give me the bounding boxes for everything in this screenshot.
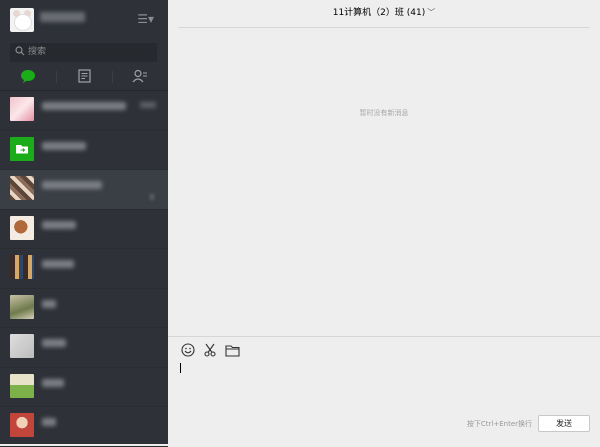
search-icon: [15, 46, 25, 59]
search-input[interactable]: [28, 45, 148, 59]
sidebar-tabs: [0, 64, 168, 91]
articles-icon: [77, 68, 91, 87]
conversation-item[interactable]: [0, 289, 168, 328]
menu-icon[interactable]: ☰▾: [137, 12, 154, 26]
conversation-item[interactable]: [0, 368, 168, 407]
conversation-avatar: [10, 294, 34, 319]
conversation-avatar: [10, 334, 34, 358]
profile-header: ☰▾: [0, 0, 168, 40]
chat-header[interactable]: 11计算机（2）班 (41) ﹀: [178, 0, 590, 28]
chevron-down-icon[interactable]: ﹀: [427, 8, 435, 17]
conversation-item[interactable]: [0, 131, 168, 170]
conversation-list: [0, 91, 168, 447]
compose-toolbar: [180, 342, 240, 358]
send-button[interactable]: 发送: [538, 415, 590, 432]
search-box[interactable]: [10, 43, 157, 62]
conversation-item[interactable]: [0, 91, 168, 131]
tab-contacts[interactable]: [120, 68, 160, 86]
conversation-item-active[interactable]: [0, 170, 168, 210]
conversation-avatar: [10, 97, 34, 121]
contacts-icon: [132, 68, 148, 87]
user-nickname-blurred: [40, 12, 85, 22]
folder-icon[interactable]: [224, 342, 240, 358]
compose-area[interactable]: 按下Ctrl+Enter换行 发送: [168, 336, 600, 445]
conversation-item[interactable]: [0, 249, 168, 289]
conversation-avatar: [10, 176, 34, 200]
conversation-avatar: [10, 215, 34, 240]
emoji-icon[interactable]: [180, 342, 196, 358]
conversation-item[interactable]: [0, 328, 168, 368]
screenshot-scissors-icon[interactable]: [202, 342, 218, 358]
tab-chats[interactable]: [8, 68, 48, 86]
input-hint: 按下Ctrl+Enter换行: [466, 420, 532, 428]
text-cursor: [180, 363, 181, 373]
user-avatar[interactable]: [10, 8, 34, 32]
file-transfer-icon: [10, 136, 34, 161]
conversation-avatar: [10, 373, 34, 398]
chat-title: 11计算机（2）班 (41): [332, 8, 426, 18]
sidebar: ☰▾: [0, 0, 168, 447]
tab-articles[interactable]: [64, 68, 104, 86]
conversation-item[interactable]: [0, 210, 168, 249]
empty-message: 暂时没有新消息: [359, 109, 409, 117]
chat-bubble-icon: [20, 68, 36, 87]
chat-panel: 11计算机（2）班 (41) ﹀ 暂时没有新消息 按下Ctrl+Enter换行 发…: [168, 0, 600, 444]
conversation-item[interactable]: [0, 407, 168, 447]
conversation-avatar: [10, 255, 34, 279]
conversation-avatar: [10, 413, 34, 437]
